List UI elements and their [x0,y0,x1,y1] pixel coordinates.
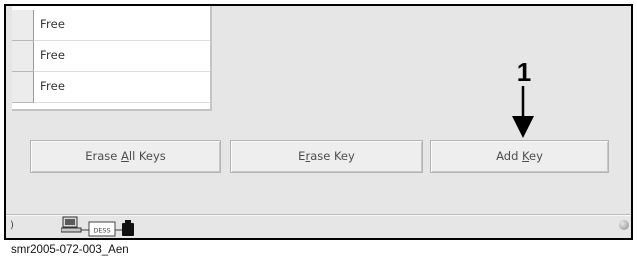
mnemonic-letter: A [121,149,129,163]
erase-all-keys-button[interactable]: Erase All Keys [30,140,221,173]
key-slot-row[interactable]: Free [12,41,210,72]
key-slot-row[interactable]: Free [12,72,210,103]
row-selector-handle[interactable] [12,10,34,41]
status-indicator-icon [619,220,629,230]
callout-arrow-icon [512,86,534,138]
key-slot-row[interactable]: Free [12,10,210,41]
key-slot-status: Free [40,17,66,31]
application-window: Free Free Free Erase All Keys Erase Key … [4,4,633,240]
add-key-button[interactable]: Add Key [430,140,609,173]
callout-number: 1 [516,57,532,87]
key-device-icon [122,220,134,236]
status-text: ) [10,220,14,231]
row-selector-handle[interactable] [12,72,34,103]
key-slot-status: Free [40,48,66,62]
dess-label: DESS [93,227,110,235]
erase-key-button[interactable]: Erase Key [230,140,423,173]
connection-status-icons: DESS [61,216,134,237]
figure-caption: smr2005-072-003_Aen [11,244,129,256]
computer-icon [61,216,82,233]
key-slot-list: Free Free Free [12,6,212,111]
mnemonic-letter: K [522,149,529,163]
dess-interface-icon: DESS [88,221,116,237]
row-selector-handle[interactable] [12,41,34,72]
key-slot-status: Free [40,79,66,93]
